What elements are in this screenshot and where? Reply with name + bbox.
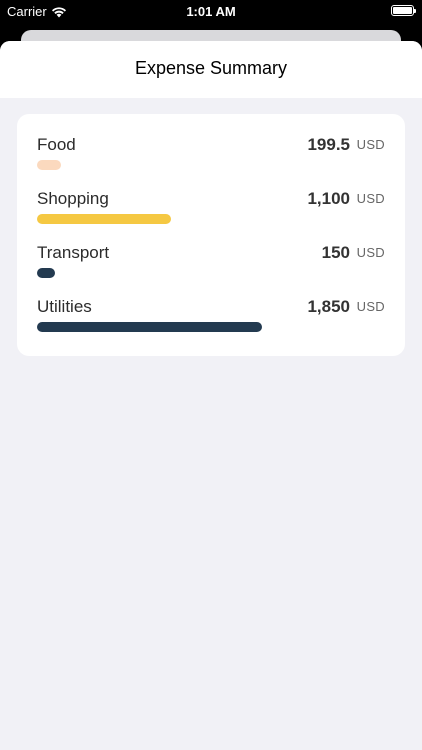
expense-bar [37, 214, 171, 224]
category-label: Shopping [37, 189, 109, 208]
currency-label: USD [356, 137, 385, 152]
expense-row-utilities: Utilities 1,850 USD [37, 297, 385, 343]
amount-value: 1,850 [307, 297, 350, 316]
battery-icon [391, 5, 416, 16]
navigation-bar: Expense Summary [0, 41, 422, 98]
amount-value: 150 [321, 243, 350, 262]
amount-value: 1,100 [307, 189, 350, 208]
status-bar: Carrier 1:01 AM [0, 0, 422, 24]
page-title: Expense Summary [134, 58, 288, 78]
category-label: Food [37, 135, 76, 154]
currency-label: USD [356, 245, 385, 260]
category-label: Utilities [37, 297, 92, 316]
currency-label: USD [356, 299, 385, 314]
battery-level [393, 7, 412, 14]
expense-bar-track [37, 160, 337, 170]
expense-row-shopping: Shopping 1,100 USD [37, 189, 385, 235]
currency-label: USD [356, 191, 385, 206]
expense-bar [37, 268, 56, 278]
clock: 1:01 AM [186, 4, 236, 19]
expense-bar-track [37, 268, 337, 278]
expense-bar [37, 322, 262, 332]
expense-bar-track [37, 322, 337, 332]
expense-row-food: Food 199.5 USD [37, 135, 385, 181]
category-label: Transport [37, 243, 110, 262]
expense-bar-track [37, 214, 337, 224]
expense-bar [37, 160, 62, 170]
expense-row-transport: Transport 150 USD [37, 243, 385, 289]
expense-summary-sheet: Expense Summary Food 199.5 USD Shopping … [0, 41, 422, 750]
amount-value: 199.5 [307, 135, 350, 154]
expense-card: Food 199.5 USD Shopping 1,100 USD Transp… [17, 114, 405, 356]
